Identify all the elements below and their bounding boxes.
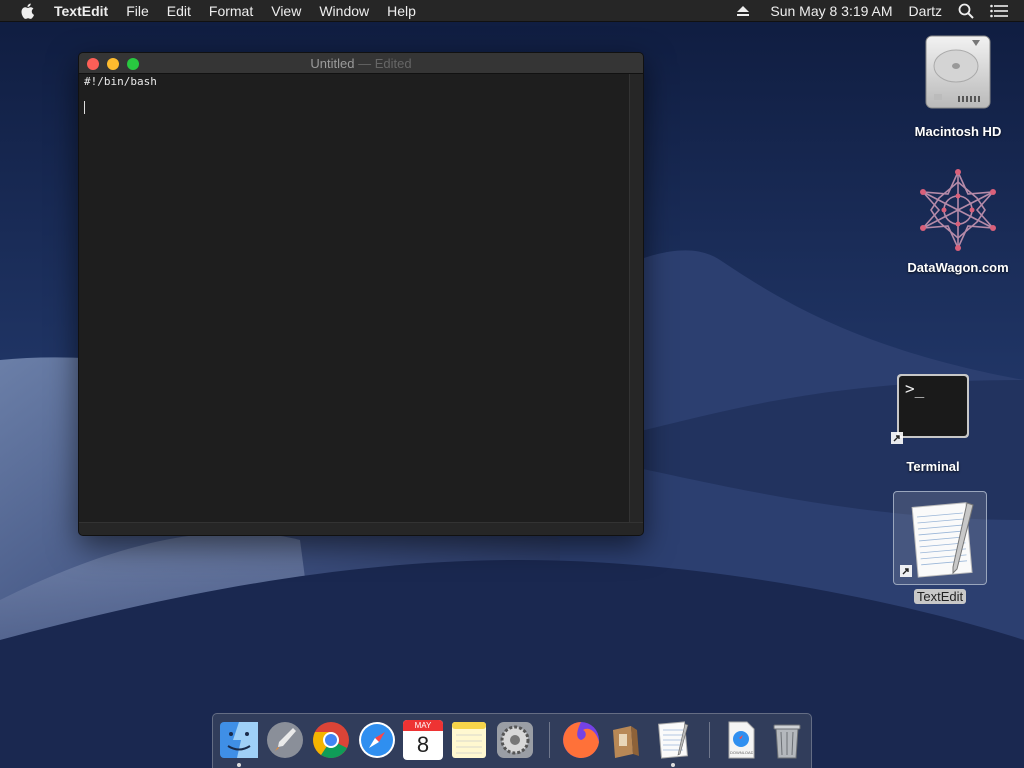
desktop-icon-label: Terminal bbox=[906, 459, 960, 474]
desktop-icon-terminal[interactable]: >_ Terminal bbox=[886, 372, 980, 474]
downloads-stack-icon[interactable]: DOWNLOAD bbox=[721, 720, 761, 760]
launchpad-icon[interactable] bbox=[265, 720, 305, 760]
editor-line: #!/bin/bash bbox=[84, 75, 157, 88]
title-separator: — bbox=[354, 56, 375, 71]
desktop-icon-datawagon[interactable]: DataWagon.com bbox=[900, 168, 1016, 275]
alias-arrow-icon bbox=[900, 565, 912, 577]
menu-app-textedit[interactable]: TextEdit bbox=[54, 3, 108, 19]
alias-arrow-icon bbox=[891, 432, 903, 444]
desktop-icon-macintosh-hd[interactable]: Macintosh HD bbox=[908, 30, 1008, 139]
desktop-icon-textedit[interactable]: TextEdit bbox=[893, 491, 987, 606]
menu-bar-user[interactable]: Dartz bbox=[909, 3, 942, 19]
desktop-icon-label: TextEdit bbox=[913, 589, 967, 604]
menu-help[interactable]: Help bbox=[387, 3, 416, 19]
window-title-bar[interactable]: Untitled — Edited bbox=[79, 53, 643, 74]
calendar-month: MAY bbox=[403, 720, 443, 731]
textedit-icon bbox=[911, 502, 974, 578]
trash-icon[interactable] bbox=[767, 720, 807, 760]
hard-drive-icon bbox=[925, 35, 991, 109]
text-editor-area[interactable]: #!/bin/bash bbox=[79, 74, 629, 522]
apple-icon[interactable] bbox=[19, 2, 37, 20]
icon-selection-highlight bbox=[893, 491, 987, 585]
download-file-label: DOWNLOAD bbox=[730, 750, 753, 755]
dock-separator bbox=[549, 722, 550, 758]
document-status: Edited bbox=[374, 56, 412, 71]
desktop-icon-label: DataWagon.com bbox=[907, 260, 1009, 275]
svg-text:>_: >_ bbox=[905, 379, 925, 398]
menu-window[interactable]: Window bbox=[319, 3, 369, 19]
vertical-scrollbar[interactable] bbox=[629, 74, 643, 522]
menu-bar: TextEdit File Edit Format View Window He… bbox=[0, 0, 1024, 22]
network-star-icon bbox=[920, 169, 996, 251]
desktop-icon-label: Macintosh HD bbox=[914, 124, 1002, 139]
notification-center-icon[interactable] bbox=[990, 4, 1008, 18]
calendar-icon[interactable]: MAY 8 bbox=[403, 720, 443, 760]
finder-icon[interactable] bbox=[219, 720, 259, 760]
dock-separator bbox=[709, 722, 710, 758]
text-caret bbox=[84, 101, 85, 114]
system-preferences-icon[interactable] bbox=[495, 720, 535, 760]
terminal-icon: >_ bbox=[897, 374, 969, 438]
window-title: Untitled — Edited bbox=[79, 56, 643, 71]
spotlight-search-icon[interactable] bbox=[958, 3, 974, 19]
dock-running-indicator bbox=[237, 763, 241, 767]
menu-view[interactable]: View bbox=[271, 3, 301, 19]
eject-icon[interactable] bbox=[736, 5, 750, 17]
menu-bar-clock[interactable]: Sun May 8 3:19 AM bbox=[770, 3, 892, 19]
menu-edit[interactable]: Edit bbox=[167, 3, 191, 19]
textedit-window: Untitled — Edited #!/bin/bash bbox=[78, 52, 644, 536]
menu-format[interactable]: Format bbox=[209, 3, 253, 19]
menu-file[interactable]: File bbox=[126, 3, 149, 19]
document-name: Untitled bbox=[310, 56, 355, 71]
editor-line bbox=[84, 89, 624, 114]
dock-running-indicator bbox=[671, 763, 675, 767]
firefox-icon[interactable] bbox=[561, 720, 601, 760]
notes-icon[interactable] bbox=[449, 720, 489, 760]
chrome-icon[interactable] bbox=[311, 720, 351, 760]
calendar-day: 8 bbox=[416, 732, 430, 757]
dock: MAY 8 DOWNLOAD bbox=[212, 713, 812, 768]
menu-bar-status-area: Sun May 8 3:19 AM Dartz bbox=[736, 0, 1024, 22]
safari-icon[interactable] bbox=[357, 720, 397, 760]
package-icon[interactable] bbox=[603, 720, 643, 760]
textedit-icon[interactable] bbox=[653, 720, 693, 760]
horizontal-scrollbar[interactable] bbox=[79, 522, 643, 535]
